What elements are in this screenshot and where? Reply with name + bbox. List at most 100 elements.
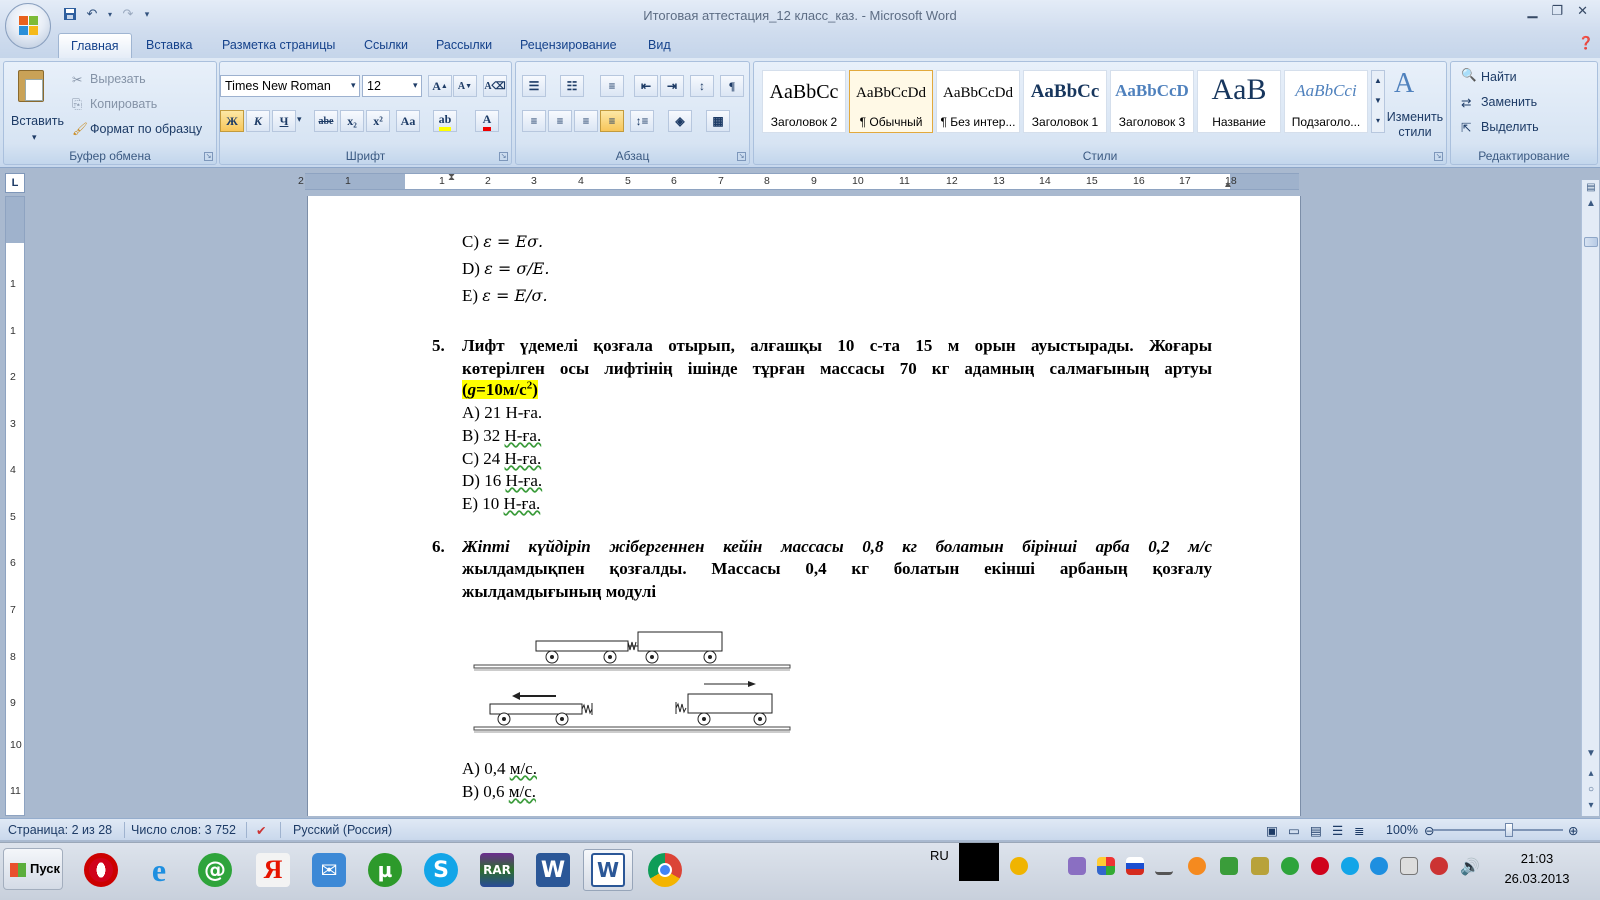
change-styles-button[interactable]: Изменить стили — [1386, 110, 1444, 140]
multilevel-list-icon[interactable]: ≡ — [600, 75, 624, 97]
skype-icon[interactable]: S — [416, 849, 466, 891]
justify-icon[interactable]: ≡ — [600, 110, 624, 132]
vertical-scrollbar[interactable]: ▤ ▲ ▼ ▴ ○ ▾ — [1581, 180, 1599, 816]
tab-view[interactable]: Вид — [648, 38, 671, 52]
strikethrough-button[interactable]: abe — [314, 110, 338, 132]
paste-icon[interactable] — [18, 70, 44, 102]
minimize-icon[interactable]: ▁ — [1527, 3, 1537, 19]
tray-app-icon[interactable] — [1068, 857, 1086, 875]
proofing-icon[interactable]: ✔ — [256, 823, 266, 838]
start-button[interactable]: Пуск — [3, 848, 63, 890]
keyboard-language[interactable]: RU — [930, 848, 949, 863]
italic-button[interactable]: К — [246, 110, 270, 132]
view-print-layout-icon[interactable]: ▣ — [1266, 823, 1278, 838]
clock[interactable]: 21:03 26.03.2013 — [1490, 849, 1584, 889]
paste-dropdown-icon[interactable]: ▾ — [32, 132, 37, 143]
font-launcher-icon[interactable]: ↘ — [499, 152, 508, 161]
view-full-screen-icon[interactable]: ▭ — [1288, 823, 1300, 838]
word-count[interactable]: Число слов: 3 752 — [131, 823, 236, 837]
find-button[interactable]: Найти — [1481, 70, 1517, 84]
cut-icon[interactable]: ✂ — [72, 72, 82, 87]
office-button[interactable] — [5, 3, 51, 49]
format-painter-icon[interactable]: 🖌 — [72, 122, 88, 137]
tray-orange-icon[interactable] — [1188, 857, 1206, 875]
tab-references[interactable]: Ссылки — [364, 38, 408, 52]
internet-explorer-icon[interactable]: e — [134, 849, 184, 891]
decrease-indent-icon[interactable]: ⇤ — [634, 75, 658, 97]
tray-red-icon[interactable] — [1430, 857, 1448, 875]
show-formatting-icon[interactable]: ¶ — [720, 75, 744, 97]
cut-button[interactable]: Вырезать — [90, 72, 146, 86]
right-indent-icon[interactable]: ▲ — [1223, 179, 1233, 190]
align-right-icon[interactable]: ≡ — [574, 110, 598, 132]
tray-opera-icon[interactable] — [1311, 857, 1329, 875]
yandex-icon[interactable]: Я — [248, 849, 298, 891]
copy-icon[interactable]: ⎘ — [72, 97, 82, 112]
numbering-icon[interactable]: ☷ — [560, 75, 584, 97]
volume-icon[interactable]: 🔊 — [1460, 857, 1480, 876]
prev-page-icon[interactable]: ▴ — [1584, 768, 1598, 779]
format-painter-button[interactable]: Формат по образцу — [90, 122, 202, 136]
bullets-icon[interactable]: ☰ — [522, 75, 546, 97]
style-normal[interactable]: AaBbCcDd ¶ Обычный — [849, 70, 933, 133]
horizontal-ruler[interactable]: 2 1 1 2 3 4 5 6 7 8 9 10 11 12 13 14 15 … — [298, 172, 1299, 190]
browse-object-icon[interactable]: ○ — [1584, 784, 1598, 795]
tray-flag-icon[interactable] — [1126, 857, 1144, 875]
indent-marker-icon[interactable]: ⧗ — [448, 172, 455, 183]
zoom-slider[interactable] — [1433, 829, 1563, 831]
restore-icon[interactable]: ❐ — [1551, 3, 1563, 19]
increase-indent-icon[interactable]: ⇥ — [660, 75, 684, 97]
view-outline-icon[interactable]: ☰ — [1332, 823, 1343, 838]
align-left-icon[interactable]: ≡ — [522, 110, 546, 132]
replace-button[interactable]: Заменить — [1481, 95, 1537, 109]
view-web-icon[interactable]: ▤ — [1310, 823, 1322, 838]
vertical-ruler[interactable]: 1 1 2 3 4 5 6 7 8 9 10 11 — [5, 196, 25, 816]
style-subtitle[interactable]: AaBbCci Подзаголо... — [1284, 70, 1368, 133]
ruler-toggle-icon[interactable]: ▤ — [1584, 182, 1598, 193]
font-name-dropdown-icon[interactable]: ▾ — [351, 80, 356, 91]
winrar-icon[interactable]: RAR — [472, 849, 522, 891]
font-size-dropdown-icon[interactable]: ▾ — [413, 80, 418, 91]
find-icon[interactable]: 🔍 — [1461, 68, 1477, 83]
superscript-button[interactable]: x² — [366, 110, 390, 132]
tray-device-icon[interactable] — [1400, 857, 1418, 875]
tray-yandex-icon[interactable] — [1010, 857, 1028, 875]
zoom-slider-thumb[interactable] — [1505, 823, 1513, 837]
tray-green-icon[interactable] — [1220, 857, 1238, 875]
style-title[interactable]: AaB Название — [1197, 70, 1281, 133]
shrink-font-icon[interactable]: A ▼ — [453, 75, 477, 97]
copy-button[interactable]: Копировать — [90, 97, 157, 111]
scroll-down-icon[interactable]: ▼ — [1584, 748, 1598, 759]
tab-selector[interactable]: L — [5, 173, 25, 193]
change-styles-icon[interactable]: A — [1394, 68, 1414, 100]
sort-icon[interactable]: ↕ — [690, 75, 714, 97]
mail-icon[interactable]: ✉ — [304, 849, 354, 891]
tray-tool-icon[interactable] — [1251, 857, 1269, 875]
document-page[interactable]: C) ε = Eσ. D) ε = σ/E. E) ε = E/σ. 5. Ли… — [307, 196, 1301, 816]
next-page-icon[interactable]: ▾ — [1584, 800, 1598, 811]
underline-button[interactable]: Ч — [272, 110, 296, 132]
language-status[interactable]: Русский (Россия) — [293, 823, 392, 837]
help-icon[interactable]: ❓ — [1578, 36, 1594, 51]
line-spacing-icon[interactable]: ↕≡ — [630, 110, 654, 132]
tab-mailings[interactable]: Рассылки — [436, 38, 492, 52]
close-icon[interactable]: ✕ — [1577, 3, 1588, 19]
mail-agent-icon[interactable]: @ — [190, 849, 240, 891]
clear-format-icon[interactable]: A⌫ — [483, 75, 507, 97]
font-color-icon[interactable]: A — [475, 110, 499, 132]
select-icon[interactable]: ⇱ — [1461, 120, 1471, 135]
underline-dropdown-icon[interactable]: ▾ — [297, 114, 302, 125]
chrome-icon[interactable] — [640, 849, 690, 891]
select-button[interactable]: Выделить — [1481, 120, 1539, 134]
clipboard-launcher-icon[interactable]: ↘ — [204, 152, 213, 161]
scroll-up-icon[interactable]: ▲ — [1584, 198, 1598, 209]
style-heading3[interactable]: AaBbCcD Заголовок 3 — [1110, 70, 1194, 133]
styles-scroll-icon[interactable]: ▲ ▼ ▾ — [1371, 70, 1385, 133]
shading-icon[interactable]: ◈ — [668, 110, 692, 132]
word-document-task[interactable]: W — [583, 849, 633, 891]
tray-utorrent-icon[interactable] — [1281, 857, 1299, 875]
tab-insert[interactable]: Вставка — [146, 38, 192, 52]
change-case-button[interactable]: Aa — [396, 110, 420, 132]
tab-review[interactable]: Рецензирование — [520, 38, 617, 52]
zoom-level[interactable]: 100% — [1386, 823, 1418, 837]
